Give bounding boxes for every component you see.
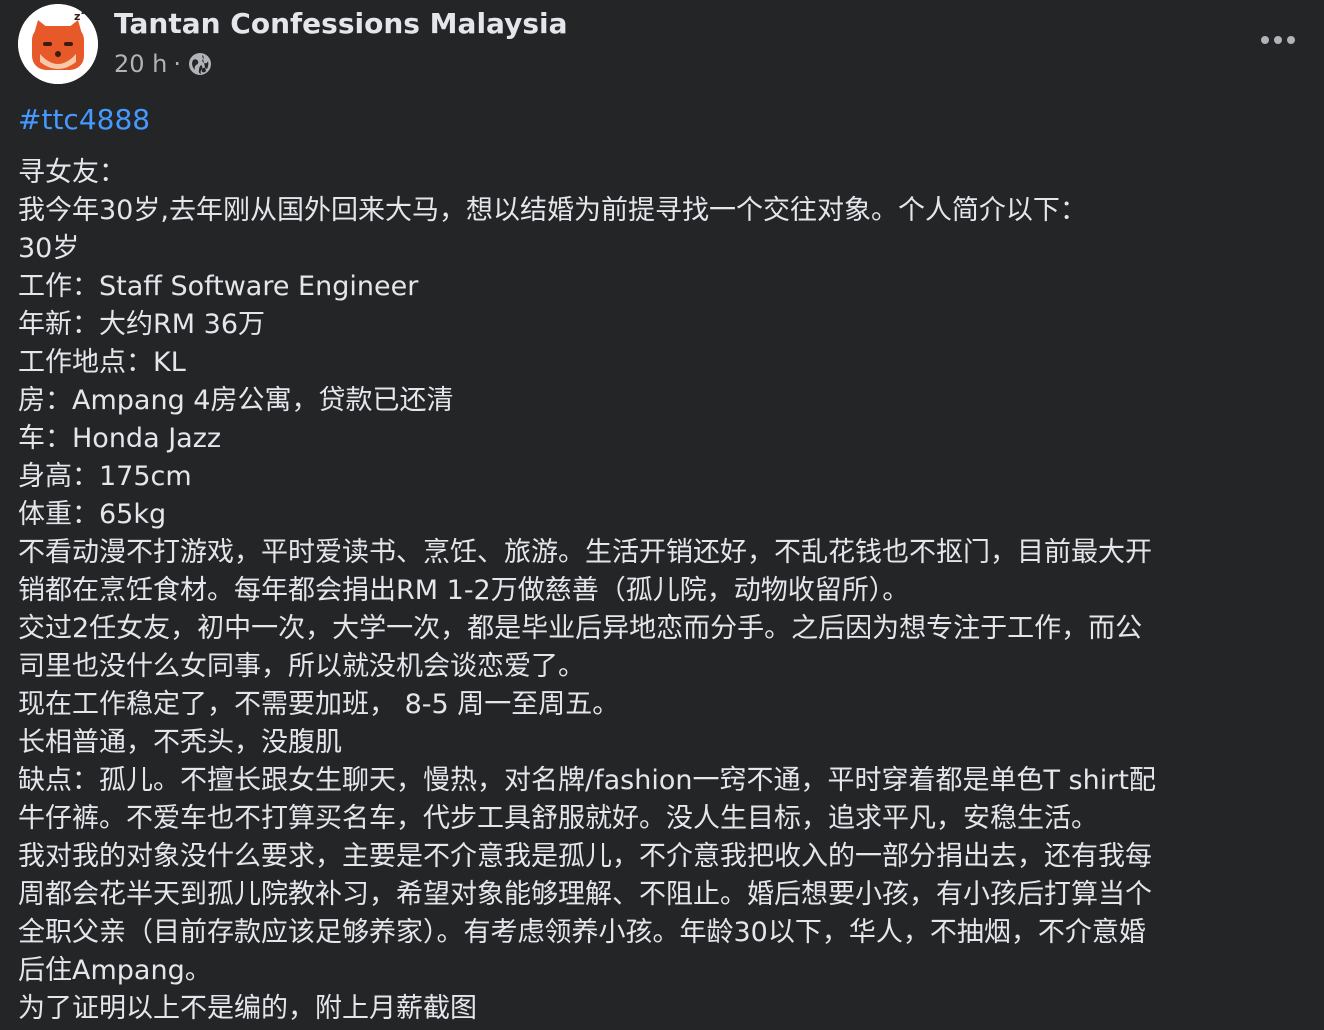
post-text-line: 不看动漫不打游戏，平时爱读书、烹饪、旅游。生活开销还好，不乱花钱也不抠门，目前最…	[18, 537, 1152, 568]
more-horizontal-icon	[1261, 36, 1295, 44]
post-text-line: 工作：Staff Software Engineer	[18, 271, 419, 302]
post-text-line: 房：Ampang 4房公寓，贷款已还清	[18, 385, 454, 416]
post-text-line: 我今年30岁,去年刚从国外回来大马，想以结婚为前提寻找一个交往对象。个人简介以下…	[18, 195, 1087, 226]
post-text-line: 身高：175cm	[18, 461, 192, 492]
post-text-line: 工作地点：KL	[18, 347, 186, 378]
post-text-line: 30岁	[18, 233, 80, 264]
fox-logo-icon: z z	[18, 4, 98, 84]
post-text-line: 牛仔裤。不爱车也不打算买名车，代步工具舒服就好。没人生目标，追求平凡，安稳生活。	[18, 803, 1098, 834]
post-text-line: 周都会花半天到孤儿院教补习，希望对象能够理解、不阻止。婚后想要小孩，有小孩后打算…	[18, 879, 1152, 910]
post-body-text: 寻女友： 我今年30岁,去年刚从国外回来大马，想以结婚为前提寻找一个交往对象。个人…	[18, 154, 1308, 1028]
globe-icon[interactable]	[187, 51, 213, 77]
post-text-line: 车：Honda Jazz	[18, 423, 222, 454]
post-text-line: 全职父亲（目前存款应该足够养家）。有考虑领养小孩。年龄30以下，华人，不抽烟，不…	[18, 917, 1146, 948]
more-options-button[interactable]	[1248, 18, 1308, 62]
post-text-line: 缺点：孤儿。不擅长跟女生聊天，慢热，对名牌/fashion一窍不通，平时穿着都是…	[18, 765, 1156, 796]
meta-separator: ·	[173, 50, 182, 78]
svg-text:z: z	[81, 7, 86, 16]
post-text-line: 长相普通，不秃头，没腹肌	[18, 727, 342, 758]
post-text-line: 寻女友：	[18, 157, 126, 188]
post-text-line: 为了证明以上不是编的，附上月薪截图	[18, 993, 477, 1024]
svg-text:z: z	[74, 10, 80, 23]
post-text-line: 交过2任女友，初中一次，大学一次，都是毕业后异地恋而分手。之后因为想专注于工作，…	[18, 613, 1143, 644]
post-text-line: 体重：65kg	[18, 499, 167, 530]
page-name-link[interactable]: Tantan Confessions Malaysia	[114, 4, 567, 44]
post-text-line: 后住Ampang。	[18, 955, 212, 986]
post-text-line: 年新：大约RM 36万	[18, 309, 265, 340]
post-text-line: 司里也没什么女同事，所以就没机会谈恋爱了。	[18, 651, 585, 682]
post-text-line: 销都在烹饪食材。每年都会捐出RM 1-2万做慈善（孤儿院，动物收留所）。	[18, 575, 910, 606]
post-text-line: 我对我的对象没什么要求，主要是不介意我是孤儿，不介意我把收入的一部分捐出去，还有…	[18, 841, 1152, 872]
hashtag-link[interactable]: #ttc4888	[18, 100, 150, 140]
post-meta: 20 h ·	[114, 46, 213, 82]
facebook-post: z z Tantan Confessions Malaysia 20 h · #…	[0, 0, 1324, 1030]
page-avatar[interactable]: z z	[18, 4, 98, 84]
post-timestamp[interactable]: 20 h	[114, 50, 167, 78]
post-text-line: 现在工作稳定了，不需要加班， 8-5 周一至周五。	[18, 689, 620, 720]
